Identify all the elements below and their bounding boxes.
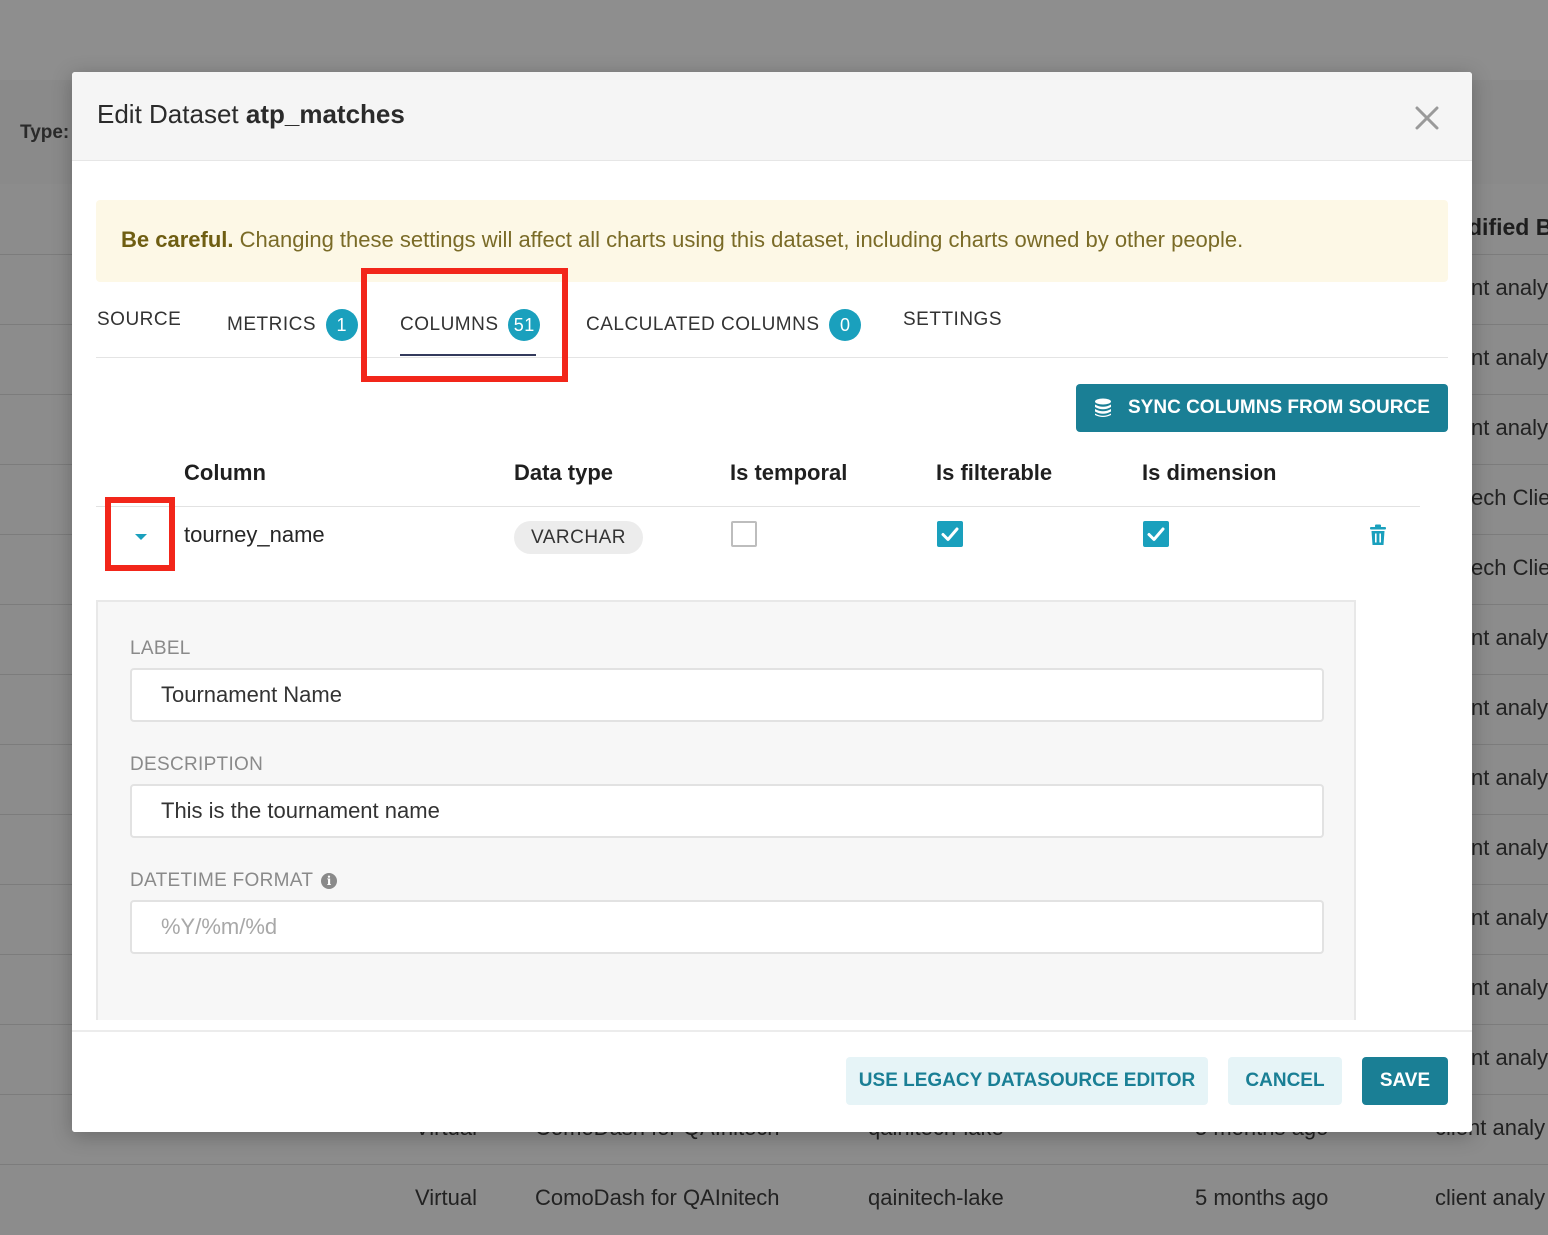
warning-alert: Be careful. Changing these settings will…	[96, 200, 1448, 282]
is-dimension-checkbox[interactable]	[1143, 521, 1169, 547]
is-filterable-checkbox[interactable]	[937, 521, 963, 547]
tab-settings[interactable]: SETTINGS	[903, 309, 1002, 349]
close-icon[interactable]	[1409, 100, 1445, 136]
info-icon[interactable]: i	[321, 873, 338, 889]
modified-cell: 5 months ago	[1195, 1185, 1329, 1210]
checkmark-icon	[1147, 527, 1165, 541]
data-type-tag: VARCHAR	[514, 521, 643, 554]
type-cell: Virtual	[415, 1185, 477, 1210]
cancel-button[interactable]: CANCEL	[1228, 1057, 1342, 1105]
dataset-name-cell[interactable]: ComoDash for QAInitech	[535, 1185, 780, 1211]
database-icon	[1095, 398, 1111, 417]
owner-cell: nt analy	[1471, 1045, 1548, 1070]
datetime-format-title-text: DATETIME FORMAT	[130, 870, 314, 891]
columns-tab-highlight	[361, 268, 568, 382]
label-field-title: LABEL	[130, 638, 191, 659]
type-filter-label: Type:	[20, 122, 70, 143]
alert-heading: Be careful.	[121, 227, 234, 252]
description-input[interactable]	[130, 784, 1324, 838]
owner-cell: nt analy	[1471, 905, 1548, 930]
dataset-name: atp_matches	[245, 99, 405, 129]
owner-cell: nt analy	[1471, 835, 1548, 860]
expand-toggle-highlight	[105, 497, 175, 571]
owner-cell: client analy	[1435, 1185, 1546, 1210]
tab-bar: SOURCE METRICS 1 COLUMNS 51 CALCULATED C…	[96, 297, 1448, 358]
metrics-count-badge: 1	[325, 309, 358, 341]
calculated-columns-count-badge: 0	[829, 309, 862, 341]
label-input[interactable]	[130, 668, 1324, 722]
database-cell: qainitech-lake	[868, 1185, 1004, 1210]
trash-icon[interactable]	[1368, 524, 1388, 546]
edit-dataset-modal: Edit Dataset atp_matches Be careful. Cha…	[72, 72, 1472, 1132]
datetime-format-input[interactable]	[130, 900, 1324, 954]
modal-title: Edit Dataset atp_matches	[97, 99, 405, 130]
tab-label: SETTINGS	[903, 309, 1003, 330]
column-detail-panel: LABEL DESCRIPTION DATETIME FORMAT i	[96, 600, 1356, 1020]
tab-label: METRICS	[227, 314, 316, 335]
sync-columns-button[interactable]: SYNC COLUMNS FROM SOURCE	[1076, 384, 1448, 432]
sync-button-label: SYNC COLUMNS FROM SOURCE	[1128, 397, 1430, 418]
checkmark-icon	[941, 527, 959, 541]
modal-title-prefix: Edit Dataset	[97, 99, 239, 129]
owner-cell: nt analy	[1471, 975, 1548, 1000]
save-button[interactable]: SAVE	[1362, 1057, 1448, 1105]
owner-cell: nt analy	[1471, 625, 1548, 650]
owner-cell: nt analy	[1471, 695, 1548, 720]
modal-header: Edit Dataset atp_matches	[72, 72, 1472, 161]
owner-cell: nt analy	[1471, 415, 1548, 440]
tab-source[interactable]: SOURCE	[97, 309, 181, 349]
column-header-is-filterable: Is filterable	[936, 460, 1053, 485]
description-field-title: DESCRIPTION	[130, 754, 264, 775]
column-header-data-type: Data type	[514, 460, 614, 485]
column-header-is-temporal: Is temporal	[730, 460, 848, 485]
is-temporal-checkbox[interactable]	[731, 521, 757, 547]
tab-label: CALCULATED COLUMNS	[586, 314, 820, 335]
use-legacy-editor-button[interactable]: USE LEGACY DATASOURCE EDITOR	[846, 1057, 1208, 1105]
datetime-format-field-title: DATETIME FORMAT i	[130, 870, 338, 892]
column-header-is-dimension: Is dimension	[1142, 460, 1277, 485]
owner-cell: ech Clie	[1471, 555, 1548, 580]
alert-message: Changing these settings will affect all …	[239, 227, 1244, 252]
table-header-divider	[96, 506, 1420, 507]
background-topbar	[0, 0, 1548, 80]
tab-calculated-columns[interactable]: CALCULATED COLUMNS 0	[586, 309, 862, 349]
owner-cell: nt analy	[1471, 275, 1548, 300]
owner-cell: ech Clie	[1471, 485, 1548, 510]
tab-label: SOURCE	[97, 309, 182, 330]
column-header-name: Column	[184, 460, 266, 485]
tab-metrics[interactable]: METRICS 1	[227, 309, 358, 349]
owner-cell: nt analy	[1471, 345, 1548, 370]
modified-by-column-header[interactable]: dified B	[1468, 214, 1548, 241]
owner-cell: nt analy	[1471, 765, 1548, 790]
column-name: tourney_name	[184, 522, 325, 547]
table-row[interactable]: Virtual ComoDash for QAInitech qainitech…	[0, 1164, 1548, 1235]
